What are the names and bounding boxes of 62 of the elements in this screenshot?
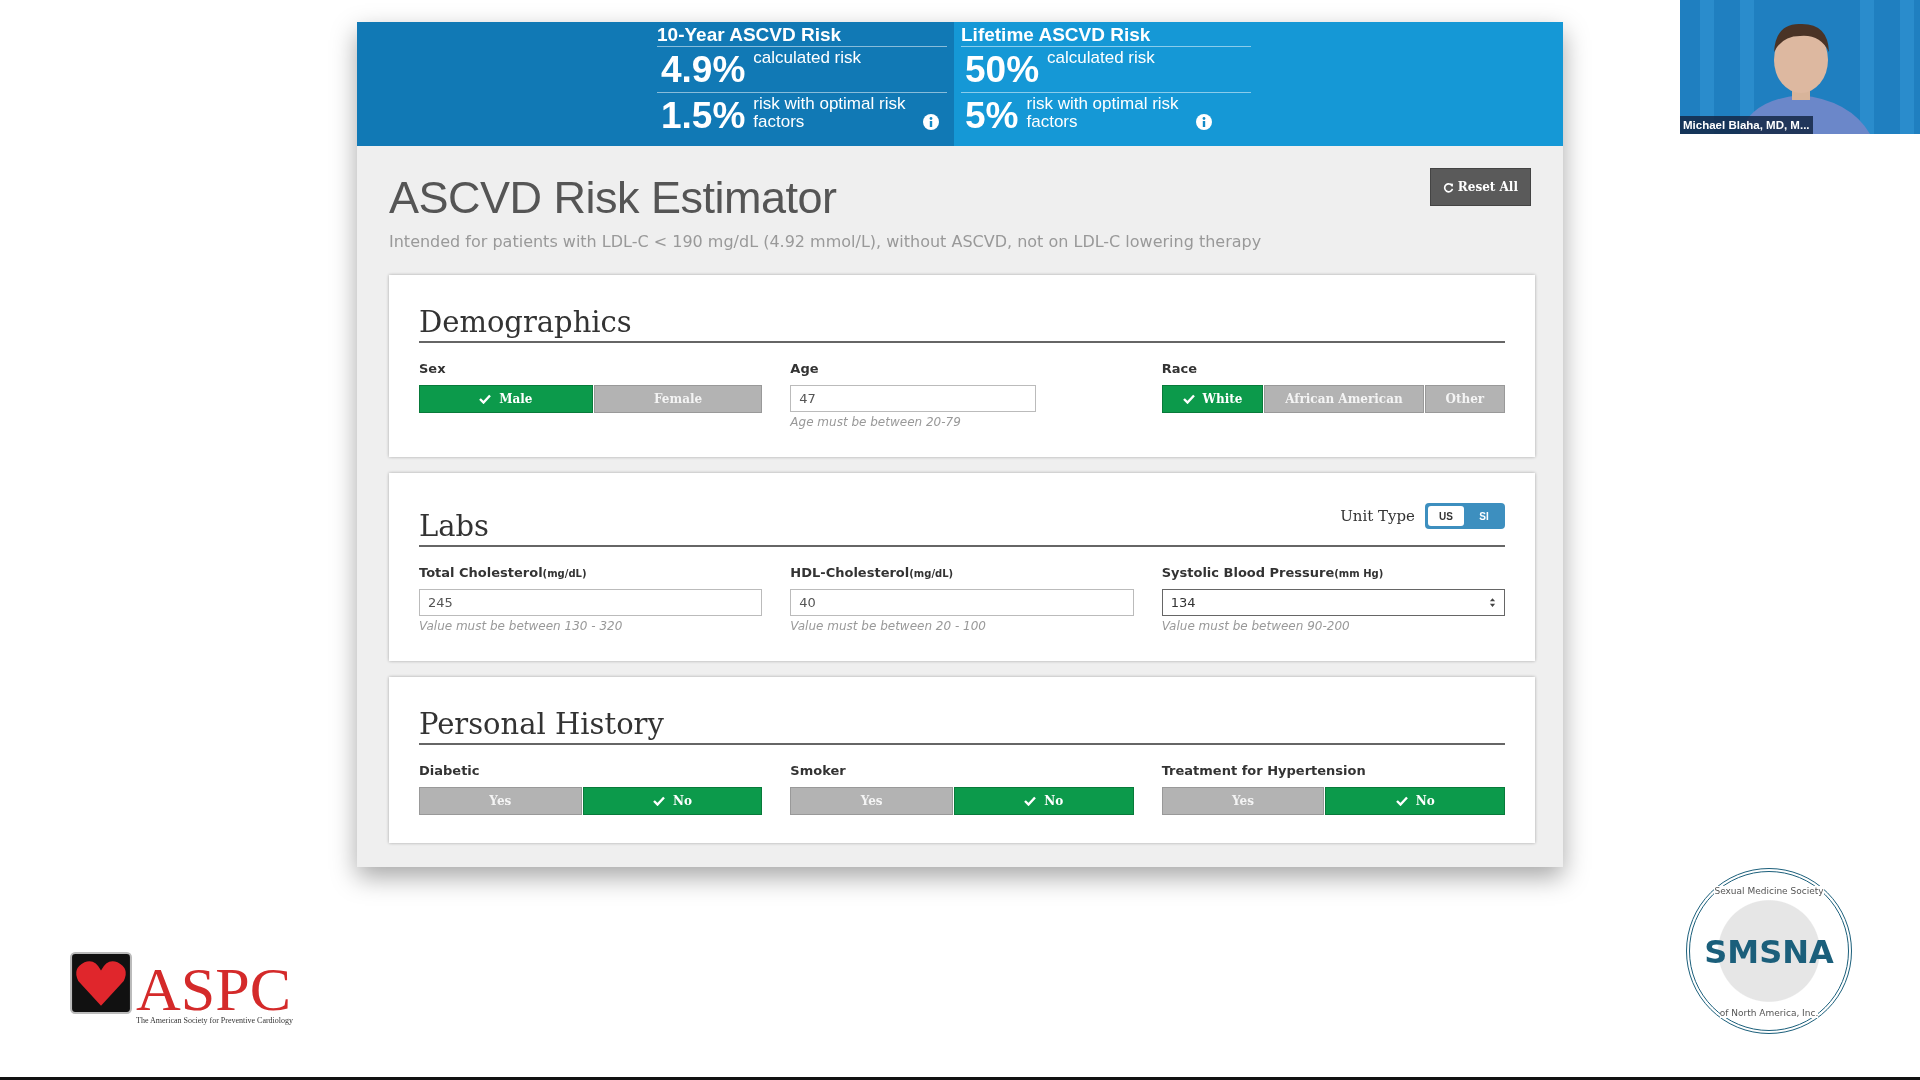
field-label: Smoker (790, 763, 847, 778)
info-icon[interactable] (923, 114, 940, 130)
check-icon (479, 394, 492, 404)
field-hint: Value must be between 20 - 100 (790, 619, 987, 633)
toggle-option[interactable]: Other (1424, 385, 1505, 413)
section-title: Demographics (419, 305, 632, 339)
risk-label: calculated risk (1047, 49, 1155, 67)
check-icon (653, 796, 665, 806)
risk-value: 50% (964, 48, 1040, 92)
input-field[interactable]: 245 (419, 589, 763, 616)
field-label: Systolic Blood Pressure(mm Hg) (1161, 565, 1385, 580)
toggle-option[interactable]: Female (593, 385, 763, 413)
risk-label: calculated risk (753, 49, 862, 67)
risk-value: 5% (964, 94, 1019, 138)
check-icon (1395, 796, 1408, 806)
risk-label: risk with optimal risk factors (753, 95, 907, 131)
participant-name: Michael Blaha, MD, M... (1680, 116, 1813, 134)
toggle-option[interactable]: Yes (1161, 787, 1325, 815)
field-label: HDL-Cholesterol(mg/dL) (790, 565, 955, 580)
field-hint: Value must be between 130 - 320 (419, 619, 624, 633)
toggle-option[interactable]: African American (1264, 385, 1424, 413)
logo-tagline: Sexual Medicine Society (1714, 886, 1824, 896)
toggle-option[interactable]: No (1325, 787, 1505, 815)
input-field[interactable]: 47 (790, 385, 1037, 412)
risk-title: 10-Year ASCVD Risk (657, 22, 947, 47)
input-field[interactable]: 40 (790, 589, 1134, 616)
risk-title: Lifetime ASCVD Risk (961, 22, 1251, 47)
check-icon (1024, 796, 1037, 806)
field-label: Treatment for Hypertension (1161, 763, 1367, 778)
unit-type-label: Unit Type (1340, 507, 1415, 525)
field-label: Race (1161, 361, 1198, 376)
logo-tagline: The American Society for Preventive Cardiology (136, 1016, 294, 1026)
field-label: Total Cholesterol(mg/dL) (419, 565, 588, 580)
unit-option[interactable]: SI (1466, 506, 1502, 526)
field-label: Diabetic (419, 763, 481, 778)
risk-value: 4.9% (660, 48, 746, 92)
logo-name: SMSNA (1704, 933, 1834, 971)
info-icon[interactable] (1196, 114, 1213, 130)
refresh-icon (1442, 181, 1454, 193)
toggle-option[interactable]: No (582, 787, 763, 815)
page-subtitle: Intended for patients with LDL-C < 190 mg/dL (4.92 mmol/L), without ASCVD, not on LDL-C lowering therapy (389, 232, 1262, 251)
field-hint: Value must be between 90-200 (1161, 619, 1351, 633)
toggle-option[interactable]: No (953, 787, 1134, 815)
risk-label: risk with optimal risk factors (1026, 95, 1180, 131)
toggle-option[interactable]: Male (419, 385, 593, 413)
field-label: Age (790, 361, 820, 376)
field-hint: Age must be between 20-79 (790, 415, 962, 429)
field-label: Sex (419, 361, 447, 376)
risk-value: 1.5% (660, 94, 746, 138)
unit-option[interactable]: US (1428, 506, 1464, 526)
section-title: Labs (419, 509, 489, 543)
toggle-option[interactable]: White (1161, 385, 1264, 413)
toggle-option[interactable]: Yes (790, 787, 953, 815)
logo-tagline: of North America, Inc. (1719, 1008, 1819, 1018)
toggle-option[interactable]: Yes (419, 787, 582, 815)
reset-button[interactable]: Reset All (1429, 168, 1531, 206)
logo-name: ASPC (136, 964, 292, 1014)
check-icon (1182, 394, 1195, 404)
section-title: Personal History (419, 707, 664, 741)
spinner-icon[interactable] (1489, 597, 1496, 608)
page-title: ASCVD Risk Estimator (389, 172, 838, 224)
number-field[interactable]: 134 (1161, 589, 1505, 616)
